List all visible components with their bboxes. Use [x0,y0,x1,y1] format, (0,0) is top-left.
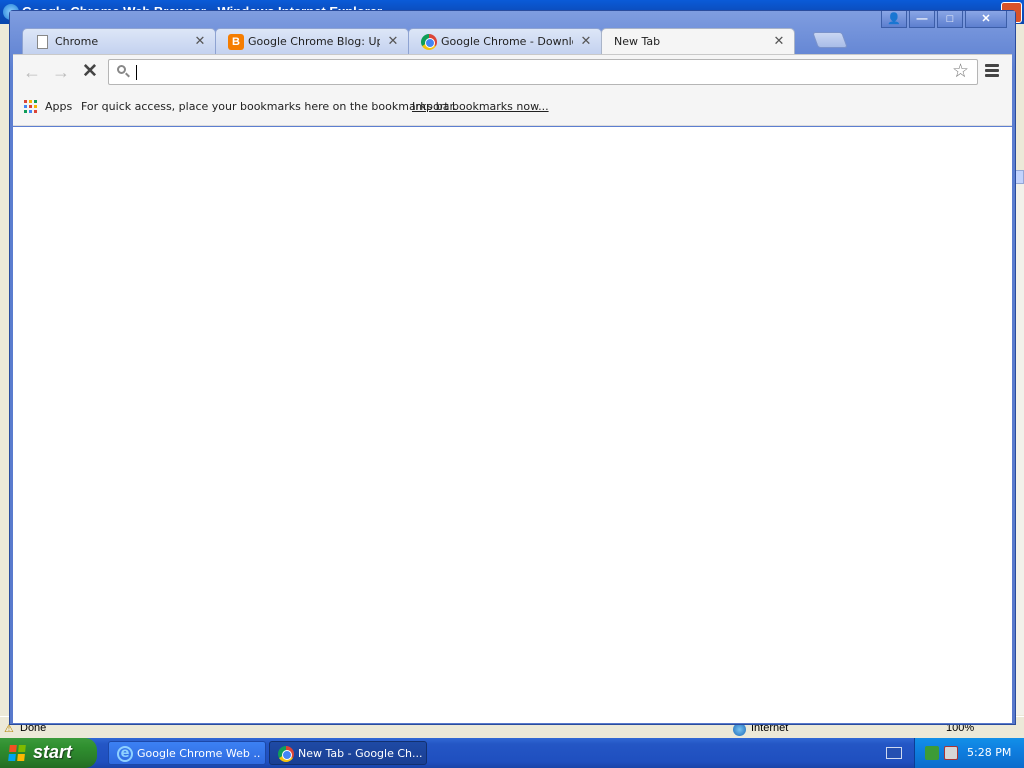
new-tab-button[interactable] [812,32,848,48]
network-icon[interactable] [925,746,939,760]
back-button[interactable]: ← [21,61,43,83]
blogger-icon: B [228,34,244,50]
chrome-logo-icon [278,746,294,762]
chrome-window: 👤 — □ ✕ Chrome ✕ B Google Chrome Blog: U… [9,10,1016,725]
bookmarks-hint-text: For quick access, place your bookmarks h… [81,100,457,113]
window-controls: 👤 — □ ✕ [881,11,1007,28]
search-icon [116,64,132,80]
document-icon [37,35,48,49]
taskbar-item-chrome[interactable]: New Tab - Google Ch... [269,741,427,765]
chrome-menu-icon[interactable] [985,64,999,78]
bookmarks-bar: Apps For quick access, place your bookma… [13,88,1012,126]
tab-close-icon[interactable]: ✕ [386,34,400,48]
tab-title: New Tab [614,35,661,48]
system-tray: 5:28 PM [914,738,1024,768]
clock[interactable]: 5:28 PM [967,746,1011,759]
import-bookmarks-link[interactable]: Import bookmarks now... [412,100,549,113]
omnibox[interactable]: ☆ [108,59,978,85]
chrome-frame: 👤 — □ ✕ Chrome ✕ B Google Chrome Blog: U… [10,11,1015,724]
windows-logo-icon [8,745,26,761]
text-caret [136,65,137,80]
keyboard-icon[interactable] [886,747,902,759]
security-alert-icon[interactable] [944,746,958,760]
chrome-logo-icon [421,34,437,50]
taskbar: start e Google Chrome Web ... New Tab - … [0,738,1024,768]
minimize-button[interactable]: — [909,11,935,28]
tab-new-tab[interactable]: New Tab ✕ [601,28,795,56]
forward-button[interactable]: → [50,61,72,83]
ie-icon: e [117,746,133,762]
tab-title: Google Chrome - Download t [441,35,573,48]
toolbar: ← → ✕ ☆ [13,54,1012,88]
apps-grid-icon[interactable] [24,100,37,113]
tab-chrome-download[interactable]: Google Chrome - Download t ✕ [408,28,602,55]
bookmark-star-icon[interactable]: ☆ [952,62,969,82]
apps-shortcut[interactable]: Apps [45,100,72,113]
tab-close-icon[interactable]: ✕ [772,34,786,48]
start-label: start [33,742,73,762]
tab-chrome[interactable]: Chrome ✕ [22,28,216,55]
tab-title: Chrome [55,35,99,48]
stop-button[interactable]: ✕ [79,61,101,83]
profile-button[interactable]: 👤 [881,11,907,28]
tab-close-icon[interactable]: ✕ [579,34,593,48]
taskbar-item-label: New Tab - Google Ch... [298,747,422,760]
tab-close-icon[interactable]: ✕ [193,34,207,48]
tab-title: Google Chrome Blog: Update [248,35,380,48]
start-button[interactable]: start [0,738,97,768]
taskbar-item-ie[interactable]: e Google Chrome Web ... [108,741,266,765]
tab-chrome-blog[interactable]: B Google Chrome Blog: Update ✕ [215,28,409,55]
tab-strip: Chrome ✕ B Google Chrome Blog: Update ✕ … [22,28,852,56]
omnibox-input[interactable] [136,63,936,81]
page-content [13,127,1012,723]
close-window-button[interactable]: ✕ [965,11,1007,28]
maximize-button[interactable]: □ [937,11,963,28]
taskbar-item-label: Google Chrome Web ... [137,747,261,760]
